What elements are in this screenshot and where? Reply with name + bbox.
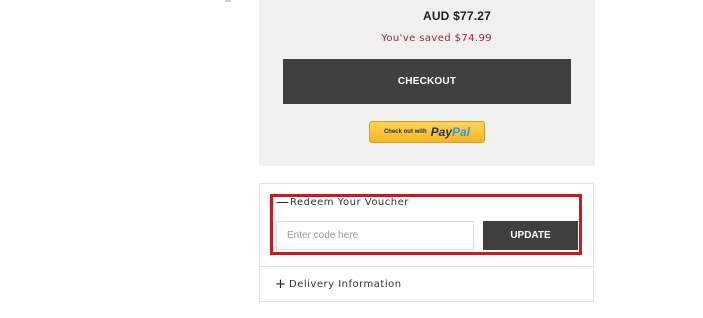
paypal-logo-pay: Pay bbox=[430, 125, 452, 139]
paypal-prefix: Check out with bbox=[383, 129, 427, 135]
order-summary-panel: AUD $77.27 You've saved $74.99 CHECKOUT … bbox=[259, 0, 595, 166]
minus-icon: — bbox=[276, 194, 290, 210]
delivery-accordion-toggle[interactable]: + Delivery Information bbox=[275, 276, 402, 292]
paypal-logo-pal: Pal bbox=[452, 125, 471, 139]
voucher-title: Redeem Your Voucher bbox=[290, 197, 409, 208]
checkout-button[interactable]: CHECKOUT bbox=[283, 59, 571, 104]
paypal-checkout-button[interactable]: Check out with PayPal bbox=[369, 121, 485, 143]
divider-mark bbox=[225, 0, 231, 2]
voucher-code-input[interactable] bbox=[276, 221, 474, 250]
paypal-logo: PayPal bbox=[431, 125, 470, 139]
accordion-divider bbox=[260, 266, 593, 267]
plus-icon: + bbox=[275, 276, 287, 292]
savings-text: You've saved $74.99 bbox=[381, 33, 492, 44]
update-button[interactable]: UPDATE bbox=[483, 221, 578, 250]
order-total: AUD $77.27 bbox=[422, 9, 491, 23]
voucher-accordion-toggle[interactable]: — Redeem Your Voucher bbox=[276, 194, 409, 210]
cart-accordion: — Redeem Your Voucher UPDATE + Delivery … bbox=[259, 183, 594, 302]
delivery-title: Delivery Information bbox=[289, 279, 402, 290]
